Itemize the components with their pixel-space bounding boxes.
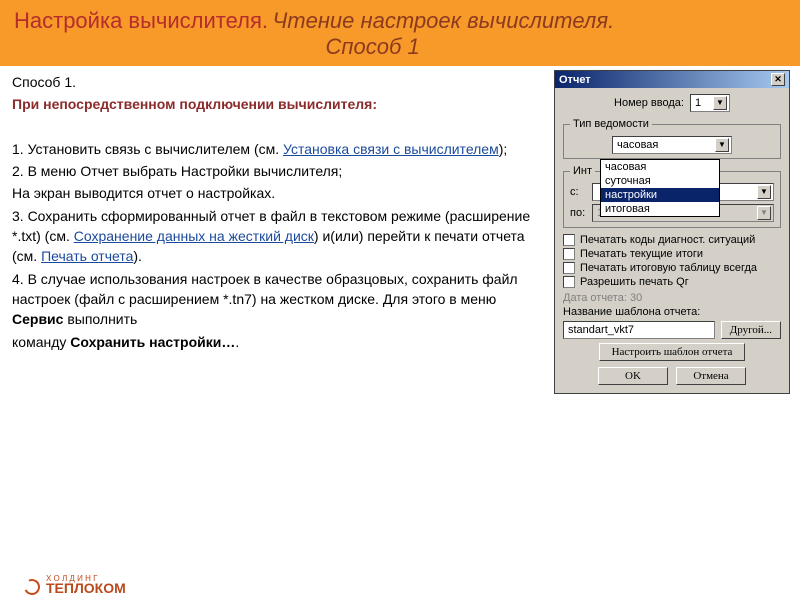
p1a: 1. Установить связь с вычислителем (см. xyxy=(12,141,283,157)
chevron-down-icon[interactable]: ▼ xyxy=(713,96,727,110)
p2: 2. В меню Отчет выбрать Настройки вычисл… xyxy=(12,163,342,179)
checkbox-icon[interactable] xyxy=(563,234,575,246)
p4c: команду xyxy=(12,334,70,350)
intro-text: При непосредственном подключении вычисли… xyxy=(12,96,377,112)
interval-legend: Инт xyxy=(570,165,595,177)
type-legend: Тип ведомости xyxy=(570,118,652,130)
dialog-title-text: Отчет xyxy=(559,74,591,86)
p4b: выполнить xyxy=(63,311,137,327)
template-label: Название шаблона отчета: xyxy=(563,306,781,318)
nomer-dropdown[interactable]: 1 ▼ xyxy=(690,94,730,112)
tune-button[interactable]: Настроить шаблон отчета xyxy=(599,343,746,361)
chk1-label: Печатать коды диагност. ситуаций xyxy=(580,234,755,246)
chk-qg[interactable]: Разрешить печать Qг xyxy=(563,276,781,288)
nomer-value: 1 xyxy=(695,97,701,109)
po-label: по: xyxy=(570,207,588,219)
title-part3: Способ 1 xyxy=(326,34,420,59)
c-label: с: xyxy=(570,186,588,198)
title-part2: Чтение настроек вычислителя. xyxy=(272,8,614,33)
template-field[interactable]: standart_vkt7 xyxy=(563,321,715,339)
interval-group: Инт часовая суточная настройки итоговая … xyxy=(563,165,781,228)
option-settings[interactable]: настройки xyxy=(601,188,719,202)
chk4-label: Разрешить печать Qг xyxy=(580,276,689,288)
date-report-label: Дата отчета: 30 xyxy=(563,292,781,304)
option-daily[interactable]: суточная xyxy=(601,174,719,188)
type-group: Тип ведомости часовая ▼ xyxy=(563,118,781,159)
p1b: ); xyxy=(499,141,508,157)
p4bold1: Сервис xyxy=(12,311,63,327)
footer: Х О Л Д И Н Г ТЕПЛОКОМ xyxy=(24,577,126,596)
link-connection[interactable]: Установка связи с вычислителем xyxy=(283,141,499,157)
type-dropdown[interactable]: часовая ▼ xyxy=(612,136,732,154)
template-value: standart_vkt7 xyxy=(568,324,634,336)
p3c: ). xyxy=(133,248,142,264)
checkbox-icon[interactable] xyxy=(563,262,575,274)
option-hourly[interactable]: часовая xyxy=(601,160,719,174)
p2b: На экран выводится отчет о настройках. xyxy=(12,185,275,201)
ok-button[interactable]: OK xyxy=(598,367,668,385)
checkbox-icon[interactable] xyxy=(563,248,575,260)
brand-main: ТЕПЛОКОМ xyxy=(46,580,126,596)
main-text: Способ 1. При непосредственном подключен… xyxy=(0,66,560,360)
close-icon[interactable]: ✕ xyxy=(771,73,785,86)
p4d: . xyxy=(235,334,239,350)
type-listbox[interactable]: часовая суточная настройки итоговая xyxy=(600,159,720,217)
other-button[interactable]: Другой... xyxy=(721,321,781,339)
link-save[interactable]: Сохранение данных на жесткий диск xyxy=(74,228,314,244)
chevron-down-icon[interactable]: ▼ xyxy=(715,138,729,152)
brand-text: Х О Л Д И Н Г ТЕПЛОКОМ xyxy=(46,577,126,596)
nomer-label: Номер ввода: xyxy=(614,97,684,109)
logo-icon xyxy=(22,576,43,597)
type-value: часовая xyxy=(617,139,658,151)
checkbox-icon[interactable] xyxy=(563,276,575,288)
title-part1: Настройка вычислителя. xyxy=(14,8,268,33)
chevron-down-icon[interactable]: ▼ xyxy=(757,185,771,199)
chevron-down-icon[interactable]: ▼ xyxy=(757,206,771,220)
chk-total[interactable]: Печатать итоговую таблицу всегда xyxy=(563,262,781,274)
link-print[interactable]: Печать отчета xyxy=(41,248,133,264)
slide-title-bar: Настройка вычислителя. Чтение настроек в… xyxy=(0,0,800,66)
p4bold2: Сохранить настройки… xyxy=(70,334,235,350)
chk3-label: Печатать итоговую таблицу всегда xyxy=(580,262,757,274)
dialog-titlebar: Отчет ✕ xyxy=(555,71,789,88)
chk2-label: Печатать текущие итоги xyxy=(580,248,703,260)
option-total[interactable]: итоговая xyxy=(601,202,719,216)
report-dialog: Отчет ✕ Номер ввода: 1 ▼ Тип ведомости ч… xyxy=(554,70,790,394)
cancel-button[interactable]: Отмена xyxy=(676,367,746,385)
method-label: Способ 1. xyxy=(12,74,76,90)
chk-current[interactable]: Печатать текущие итоги xyxy=(563,248,781,260)
p4a: 4. В случае использования настроек в кач… xyxy=(12,271,518,307)
chk-diag[interactable]: Печатать коды диагност. ситуаций xyxy=(563,234,781,246)
